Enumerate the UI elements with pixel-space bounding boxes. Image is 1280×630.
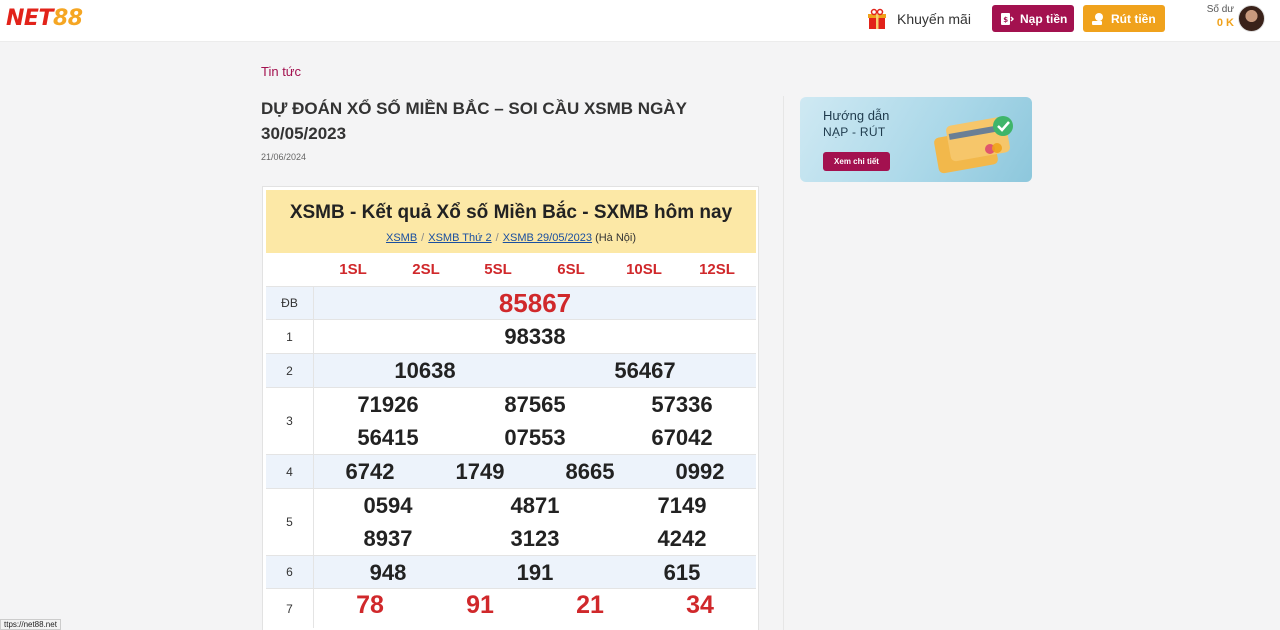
results-title: XSMB - Kết quả Xổ số Miền Bắc - SXMB hôm… xyxy=(289,202,733,223)
promotions-label: Khuyến mãi xyxy=(897,11,971,27)
prize-label: 6 xyxy=(266,556,314,588)
crumb-region: (Hà Nội) xyxy=(595,232,637,244)
prize-number: 8665 xyxy=(565,459,615,484)
sl-label: 12SL xyxy=(699,261,735,278)
prize-row-4: 4 6742 1749 8665 0992 xyxy=(266,454,756,488)
cards-illustration-icon xyxy=(934,116,1013,174)
svg-text:$: $ xyxy=(1003,16,1008,24)
prize-number: 34 xyxy=(686,591,714,619)
prize-row-2: 2 10638 56467 xyxy=(266,353,756,387)
banner-cta-button[interactable]: Xem chi tiết xyxy=(823,152,890,171)
status-bar-url: ttps://net88.net xyxy=(0,619,61,630)
balance-value: 0 K xyxy=(1216,17,1234,29)
article-title: DỰ ĐOÁN XỔ SỐ MIỀN BẮC – SOI CẦU XSMB NG… xyxy=(261,99,687,143)
prize-number: 4871 xyxy=(510,493,560,518)
prize-label: 1 xyxy=(266,320,314,353)
deposit-button[interactable]: $ Nạp tiền xyxy=(992,5,1074,32)
prize-number: 6742 xyxy=(345,459,395,484)
prize-number: 7149 xyxy=(657,493,707,518)
crumb-xsmb[interactable]: XSMB xyxy=(386,232,417,244)
prize-row-6: 6 948 191 615 xyxy=(266,555,756,588)
sl-label: 10SL xyxy=(626,261,662,278)
top-header: NET88 Khuyến mãi $ Nạp tiền Rút tiền Số … xyxy=(0,0,1280,42)
banner-line2: NẠP - RÚT xyxy=(823,125,886,139)
sl-header-row: 1SL 2SL 5SL 6SL 10SL 12SL xyxy=(266,254,756,286)
prize-row-7: 7 78 91 21 34 xyxy=(266,588,756,628)
crumb-xsmb-thu2[interactable]: XSMB Thứ 2 xyxy=(428,232,491,244)
prize-number: 78 xyxy=(356,591,384,619)
prize-number: 948 xyxy=(369,560,407,585)
prize-number: 07553 xyxy=(504,425,566,450)
prize-label: 3 xyxy=(266,388,314,454)
prize-label: 5 xyxy=(266,489,314,555)
prize-number: 87565 xyxy=(504,392,566,417)
prize-number: 56467 xyxy=(614,358,676,383)
prize-number: 0594 xyxy=(363,493,413,518)
prize-number: 67042 xyxy=(651,425,713,450)
prize-label: ĐB xyxy=(266,287,314,319)
user-avatar[interactable] xyxy=(1238,5,1265,32)
sl-label: 6SL xyxy=(557,261,585,278)
deposit-label: Nạp tiền xyxy=(1020,11,1068,26)
logo-text-88: 88 xyxy=(52,6,83,31)
column-divider xyxy=(783,96,784,630)
prize-number: 8937 xyxy=(363,526,413,551)
withdraw-icon xyxy=(1091,12,1105,26)
prize-number: 71926 xyxy=(357,392,419,417)
prize-label: 4 xyxy=(266,455,314,488)
prize-number: 0992 xyxy=(675,459,725,484)
deposit-icon: $ xyxy=(1000,12,1015,26)
crumb-xsmb-date[interactable]: XSMB 29/05/2023 xyxy=(503,232,592,244)
prize-label: 7 xyxy=(266,589,314,628)
prize-number: 57336 xyxy=(651,392,713,417)
prize-number: 98338 xyxy=(504,324,566,349)
gift-icon xyxy=(866,8,888,30)
prize-label: 2 xyxy=(266,354,314,387)
sl-label: 1SL xyxy=(339,261,367,278)
balance: Số dư 0 K xyxy=(1196,4,1234,29)
prize-row-3: 3 71926 87565 57336 56415 07553 67042 xyxy=(266,387,756,454)
prize-number: 85867 xyxy=(498,288,572,318)
promotions-link[interactable]: Khuyến mãi xyxy=(866,4,971,34)
prize-number: 10638 xyxy=(394,358,456,383)
balance-label: Số dư xyxy=(1206,4,1234,15)
crumb-separator: / xyxy=(495,232,499,244)
crumb-separator: / xyxy=(421,232,425,244)
prize-number: 56415 xyxy=(357,425,419,450)
prize-number: 3123 xyxy=(510,526,560,551)
prize-number: 615 xyxy=(663,560,701,585)
banner-line1: Hướng dẫn xyxy=(823,108,890,123)
prize-row-special: ĐB 85867 xyxy=(266,286,756,319)
results-header: XSMB - Kết quả Xổ số Miền Bắc - SXMB hôm… xyxy=(266,190,756,253)
xsmb-results-box: XSMB - Kết quả Xổ số Miền Bắc - SXMB hôm… xyxy=(262,186,759,630)
withdraw-label: Rút tiền xyxy=(1111,11,1156,26)
deposit-withdraw-guide-banner[interactable]: Hướng dẫn NẠP - RÚT Xem chi tiết xyxy=(800,97,1032,182)
sl-label: 2SL xyxy=(412,261,440,278)
results-breadcrumb: XSMB / XSMB Thứ 2/XSMB 29/05/2023 (Hà Nội) xyxy=(266,232,756,244)
prize-number: 4242 xyxy=(657,526,707,551)
prize-number: 21 xyxy=(576,591,604,619)
article-date: 21/06/2024 xyxy=(261,152,307,162)
prize-row-1: 1 98338 xyxy=(266,319,756,353)
logo-text-net: NET xyxy=(6,6,53,31)
prize-number: 1749 xyxy=(455,459,505,484)
prize-number: 91 xyxy=(466,591,494,619)
prize-row-5: 5 0594 4871 7149 8937 3123 4242 xyxy=(266,488,756,555)
withdraw-button[interactable]: Rút tiền xyxy=(1083,5,1165,32)
net88-logo[interactable]: NET88 xyxy=(6,6,83,32)
prize-number: 191 xyxy=(516,560,554,585)
breadcrumb-news[interactable]: Tin tức xyxy=(261,64,301,79)
sl-label: 5SL xyxy=(484,261,512,278)
